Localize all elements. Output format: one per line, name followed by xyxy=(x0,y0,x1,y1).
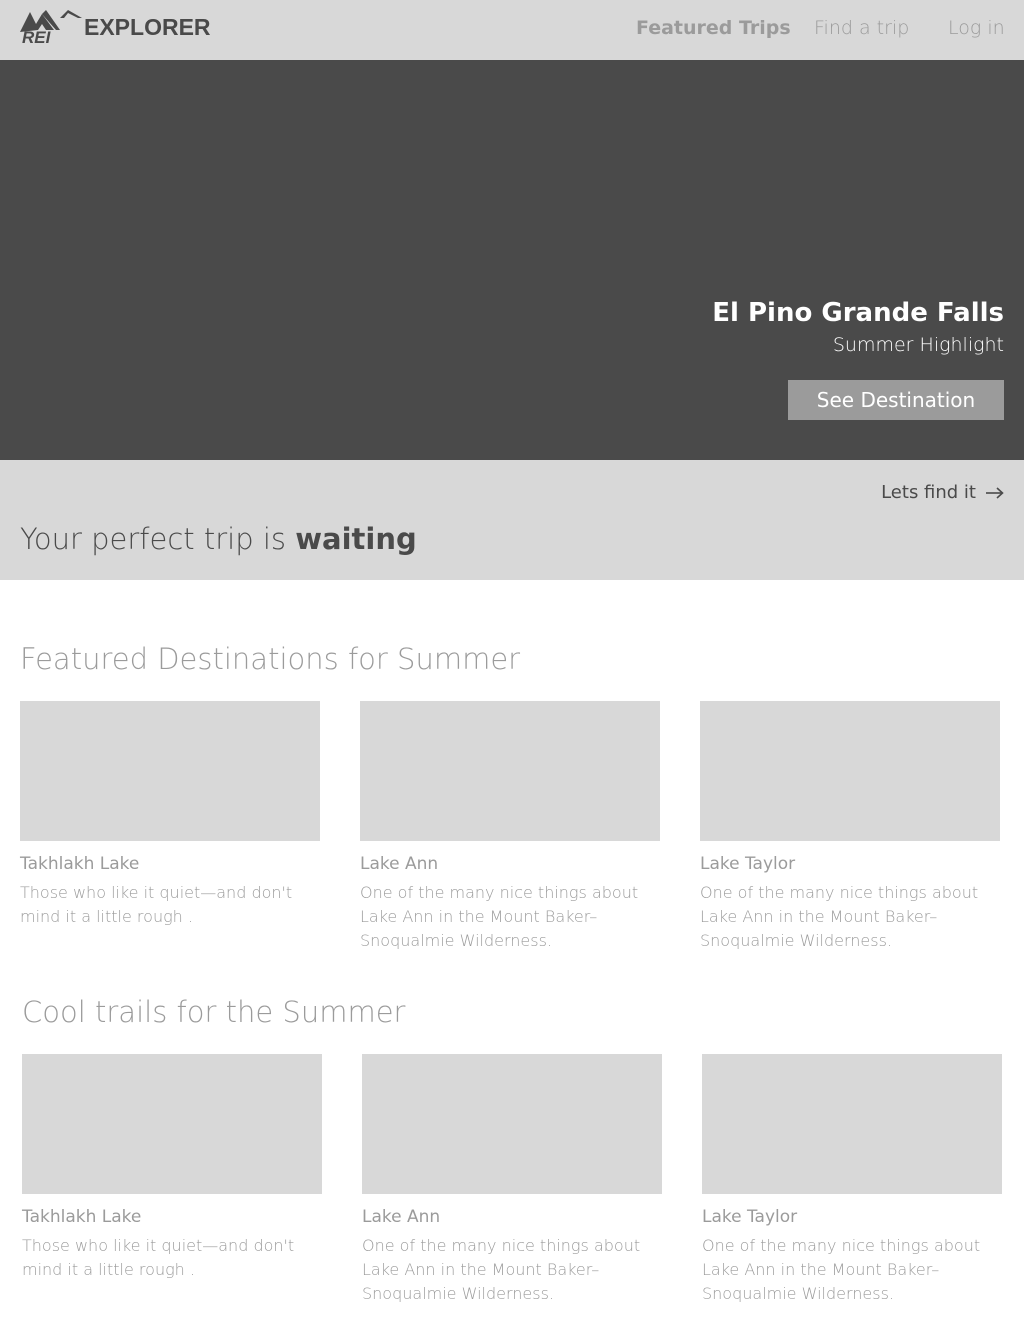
hero-title: El Pino Grande Falls xyxy=(712,298,1004,328)
destination-card[interactable]: Takhlakh Lake Those who like it quiet—an… xyxy=(20,701,320,929)
trail-card[interactable]: Takhlakh Lake Those who like it quiet—an… xyxy=(22,1054,322,1282)
trail-description: One of the many nice things about Lake A… xyxy=(702,1236,981,1303)
lets-find-it-label: Lets find it xyxy=(881,482,976,503)
trail-title[interactable]: Lake Taylor xyxy=(702,1206,1002,1228)
nav-featured-trips[interactable]: Featured Trips xyxy=(636,17,791,39)
trail-card[interactable]: Lake Taylor One of the many nice things … xyxy=(702,1054,1002,1306)
trail-image-placeholder[interactable] xyxy=(362,1054,662,1194)
destination-title[interactable]: Lake Taylor xyxy=(700,853,1000,875)
nav-log-in[interactable]: Log in xyxy=(948,17,1005,39)
trail-title[interactable]: Lake Ann xyxy=(362,1206,662,1228)
destination-title[interactable]: Takhlakh Lake xyxy=(20,853,320,875)
trail-card[interactable]: Lake Ann One of the many nice things abo… xyxy=(362,1054,662,1306)
brand-name: EXPLORER xyxy=(84,13,211,40)
logo-mark-text: REI xyxy=(22,28,52,44)
featured-section-title: Featured Destinations for Summer xyxy=(20,642,521,676)
trails-section-title: Cool trails for the Summer xyxy=(22,995,406,1029)
hero-banner: El Pino Grande Falls Summer Highlight Se… xyxy=(0,60,1024,460)
lets-find-it-link[interactable]: Lets find it xyxy=(881,482,1004,503)
destination-image-placeholder[interactable] xyxy=(20,701,320,841)
see-destination-button[interactable]: See Destination xyxy=(788,380,1004,420)
destination-description: One of the many nice things about Lake A… xyxy=(360,883,639,950)
destination-card[interactable]: Lake Taylor One of the many nice things … xyxy=(700,701,1000,953)
arrow-right-icon xyxy=(986,486,1004,499)
destination-title[interactable]: Lake Ann xyxy=(360,853,660,875)
top-header: REI EXPLORER Featured Trips Find a trip … xyxy=(0,0,1024,60)
band-headline: Your perfect trip is waiting xyxy=(20,522,417,556)
trail-description: One of the many nice things about Lake A… xyxy=(362,1236,641,1303)
band-headline-prefix: Your perfect trip is xyxy=(20,522,287,556)
destination-description: One of the many nice things about Lake A… xyxy=(700,883,979,950)
destination-description: Those who like it quiet—and don't mind i… xyxy=(20,883,293,926)
trail-image-placeholder[interactable] xyxy=(22,1054,322,1194)
destination-image-placeholder[interactable] xyxy=(360,701,660,841)
destination-card[interactable]: Lake Ann One of the many nice things abo… xyxy=(360,701,660,953)
brand-logo[interactable]: REI EXPLORER xyxy=(20,10,211,44)
trail-image-placeholder[interactable] xyxy=(702,1054,1002,1194)
trail-title[interactable]: Takhlakh Lake xyxy=(22,1206,322,1228)
destination-image-placeholder[interactable] xyxy=(700,701,1000,841)
rei-logo-icon: REI xyxy=(20,10,82,44)
trail-description: Those who like it quiet—and don't mind i… xyxy=(22,1236,295,1279)
nav-find-a-trip[interactable]: Find a trip xyxy=(814,17,909,39)
trip-finder-band: Lets find it Your perfect trip is waitin… xyxy=(0,460,1024,580)
hero-subtitle: Summer Highlight xyxy=(832,334,1004,356)
band-headline-emphasis: waiting xyxy=(295,522,417,556)
